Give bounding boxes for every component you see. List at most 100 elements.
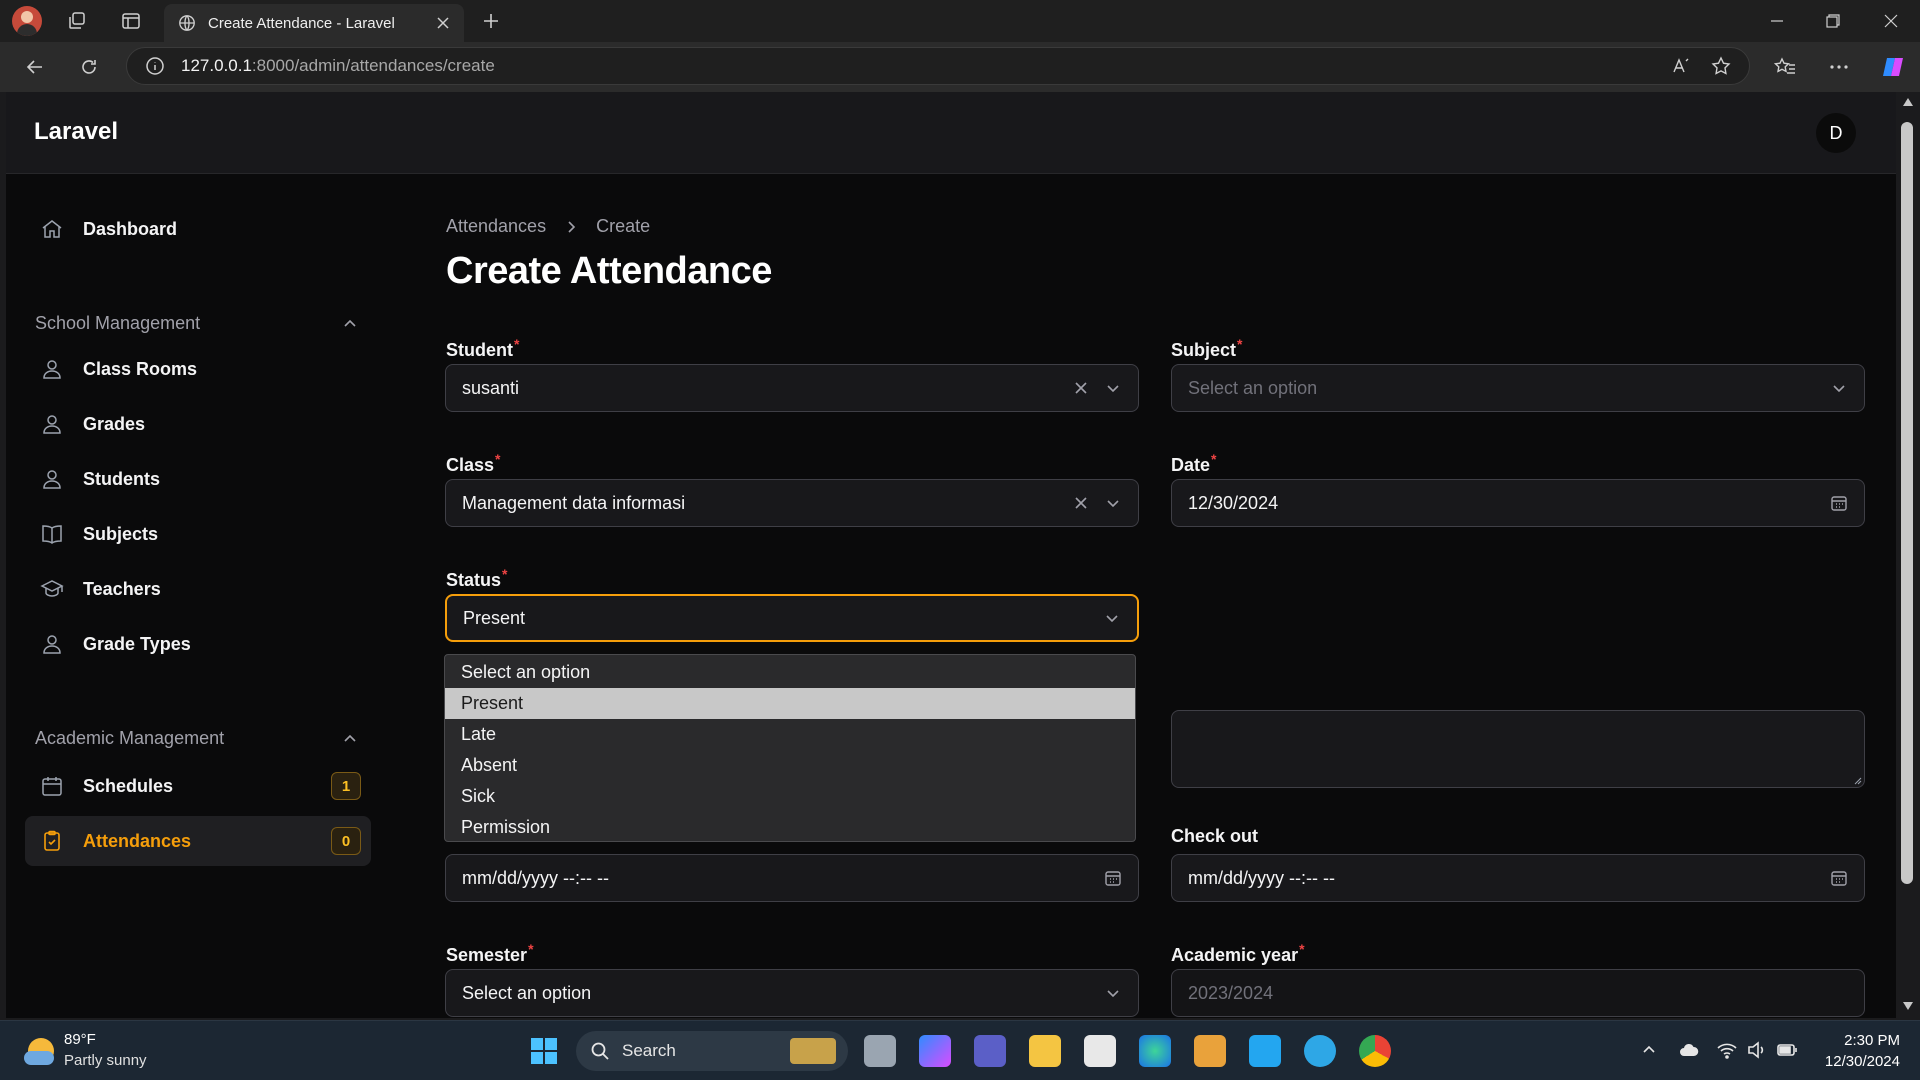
- sidebar-item-class-rooms[interactable]: Class Rooms: [25, 344, 371, 394]
- scrollbar-thumb[interactable]: [1901, 122, 1913, 884]
- check-out-label: Check out: [1171, 826, 1259, 846]
- read-aloud-icon[interactable]: [1671, 56, 1691, 76]
- calendar-icon[interactable]: [1830, 494, 1848, 512]
- volume-icon[interactable]: [1746, 1039, 1768, 1061]
- favorites-icon[interactable]: [1772, 54, 1798, 80]
- onedrive-cloud-icon[interactable]: [1678, 1039, 1700, 1061]
- breadcrumb-link-attendances[interactable]: Attendances: [446, 216, 546, 237]
- check-in-input[interactable]: mm/dd/yyyy --:-- --: [445, 854, 1139, 902]
- group-school-management[interactable]: School Management: [35, 313, 200, 334]
- sidebar-item-attendances[interactable]: Attendances 0: [25, 816, 371, 866]
- favorite-star-icon[interactable]: [1711, 56, 1731, 76]
- profile-avatar[interactable]: [12, 6, 42, 36]
- clock-date[interactable]: 12/30/2024: [1812, 1053, 1900, 1070]
- sidebar-item-label: Dashboard: [83, 218, 178, 239]
- status-option[interactable]: Sick: [445, 781, 1135, 812]
- minimize-icon[interactable]: [1754, 6, 1800, 36]
- close-tab-icon[interactable]: [436, 16, 450, 30]
- teams-icon[interactable]: [974, 1035, 1006, 1067]
- check-out-input[interactable]: mm/dd/yyyy --:-- --: [1171, 854, 1865, 902]
- tab-active[interactable]: Create Attendance - Laravel: [164, 4, 464, 42]
- academic-year-input[interactable]: 2023/2024: [1171, 969, 1865, 1017]
- browser-tab-bar: Create Attendance - Laravel: [0, 0, 1920, 42]
- battery-icon[interactable]: [1776, 1039, 1798, 1061]
- brand-logo[interactable]: Laravel: [34, 118, 118, 146]
- new-tab-icon[interactable]: [478, 8, 504, 34]
- semester-label: Semester*: [446, 941, 534, 965]
- user-icon: [39, 631, 65, 657]
- academic-cap-icon: [39, 576, 65, 602]
- url-input[interactable]: 127.0.0.1:8000/admin/attendances/create: [126, 47, 1750, 85]
- tab-actions-icon[interactable]: [118, 8, 144, 34]
- copilot-app-icon[interactable]: [919, 1035, 951, 1067]
- site-info-icon[interactable]: [145, 56, 165, 76]
- rewards-icon[interactable]: [1194, 1035, 1226, 1067]
- sidebar-item-label: Schedules: [83, 775, 174, 796]
- sidebar-item-dashboard[interactable]: Dashboard: [25, 204, 371, 254]
- student-select[interactable]: susanti: [445, 364, 1139, 412]
- reload-icon[interactable]: [76, 54, 102, 80]
- calendar-icon[interactable]: [1830, 869, 1848, 887]
- wifi-icon[interactable]: [1716, 1039, 1738, 1061]
- status-option[interactable]: Permission: [445, 812, 1135, 843]
- chevron-up-icon[interactable]: [342, 731, 358, 747]
- user-icon: [39, 466, 65, 492]
- status-option-selected[interactable]: Present: [445, 688, 1135, 719]
- chevron-right-icon: [564, 220, 578, 234]
- vscode-icon[interactable]: [1249, 1035, 1281, 1067]
- date-input[interactable]: 12/30/2024: [1171, 479, 1865, 527]
- more-menu-icon[interactable]: [1826, 54, 1852, 80]
- workspaces-icon[interactable]: [64, 8, 90, 34]
- subject-label: Subject*: [1171, 336, 1243, 360]
- sidebar-item-label: Grade Types: [83, 633, 191, 654]
- chevron-up-icon[interactable]: [342, 316, 358, 332]
- weather-temperature[interactable]: 89°F: [64, 1031, 96, 1048]
- sidebar-item-subjects[interactable]: Subjects: [25, 509, 371, 559]
- restore-icon[interactable]: [1810, 6, 1856, 36]
- taskbar-search[interactable]: Search: [576, 1031, 848, 1071]
- close-window-icon[interactable]: [1868, 6, 1914, 36]
- windows-start-icon[interactable]: [528, 1035, 560, 1067]
- page-title: Create Attendance: [446, 250, 772, 292]
- status-select[interactable]: Present: [445, 594, 1139, 642]
- sidebar-item-label: Attendances: [83, 830, 192, 851]
- chrome-icon[interactable]: [1359, 1035, 1391, 1067]
- sidebar: Dashboard School Management Class Rooms …: [6, 174, 376, 1018]
- resize-handle-icon[interactable]: [1852, 775, 1862, 785]
- chevron-down-icon: [1103, 609, 1121, 627]
- clear-icon[interactable]: [1072, 494, 1090, 512]
- search-icon: [590, 1041, 610, 1061]
- task-view-icon[interactable]: [864, 1035, 896, 1067]
- group-academic-management[interactable]: Academic Management: [35, 728, 224, 749]
- file-explorer-icon[interactable]: [1029, 1035, 1061, 1067]
- copilot-icon[interactable]: [1880, 54, 1906, 80]
- status-option[interactable]: Select an option: [445, 657, 1135, 688]
- app-icon[interactable]: [1304, 1035, 1336, 1067]
- back-icon[interactable]: [22, 54, 48, 80]
- clear-icon[interactable]: [1072, 379, 1090, 397]
- semester-select[interactable]: Select an option: [445, 969, 1139, 1017]
- breadcrumb-current: Create: [596, 216, 651, 236]
- edge-browser-icon[interactable]: [1139, 1035, 1171, 1067]
- sidebar-item-students[interactable]: Students: [25, 454, 371, 504]
- user-avatar[interactable]: D: [1816, 113, 1856, 153]
- status-option[interactable]: Absent: [445, 750, 1135, 781]
- sidebar-item-schedules[interactable]: Schedules 1: [25, 761, 371, 811]
- status-option[interactable]: Late: [445, 719, 1135, 750]
- calendar-icon[interactable]: [1104, 869, 1122, 887]
- sidebar-item-grades[interactable]: Grades: [25, 399, 371, 449]
- clock-time[interactable]: 2:30 PM: [1840, 1032, 1900, 1049]
- show-hidden-icons-icon[interactable]: [1638, 1039, 1660, 1061]
- count-badge: 1: [331, 772, 361, 800]
- class-select[interactable]: Management data informasi: [445, 479, 1139, 527]
- app-window: Laravel D Dashboard School Management Cl…: [6, 92, 1896, 1018]
- globe-icon: [178, 14, 196, 32]
- sidebar-item-label: Subjects: [83, 523, 159, 544]
- sidebar-item-teachers[interactable]: Teachers: [25, 564, 371, 614]
- sidebar-item-grade-types[interactable]: Grade Types: [25, 619, 371, 669]
- notes-textarea[interactable]: [1171, 710, 1865, 788]
- count-badge: 0: [331, 827, 361, 855]
- weather-description[interactable]: Partly sunny: [64, 1052, 147, 1069]
- subject-select[interactable]: Select an option: [1171, 364, 1865, 412]
- microsoft-store-icon[interactable]: [1084, 1035, 1116, 1067]
